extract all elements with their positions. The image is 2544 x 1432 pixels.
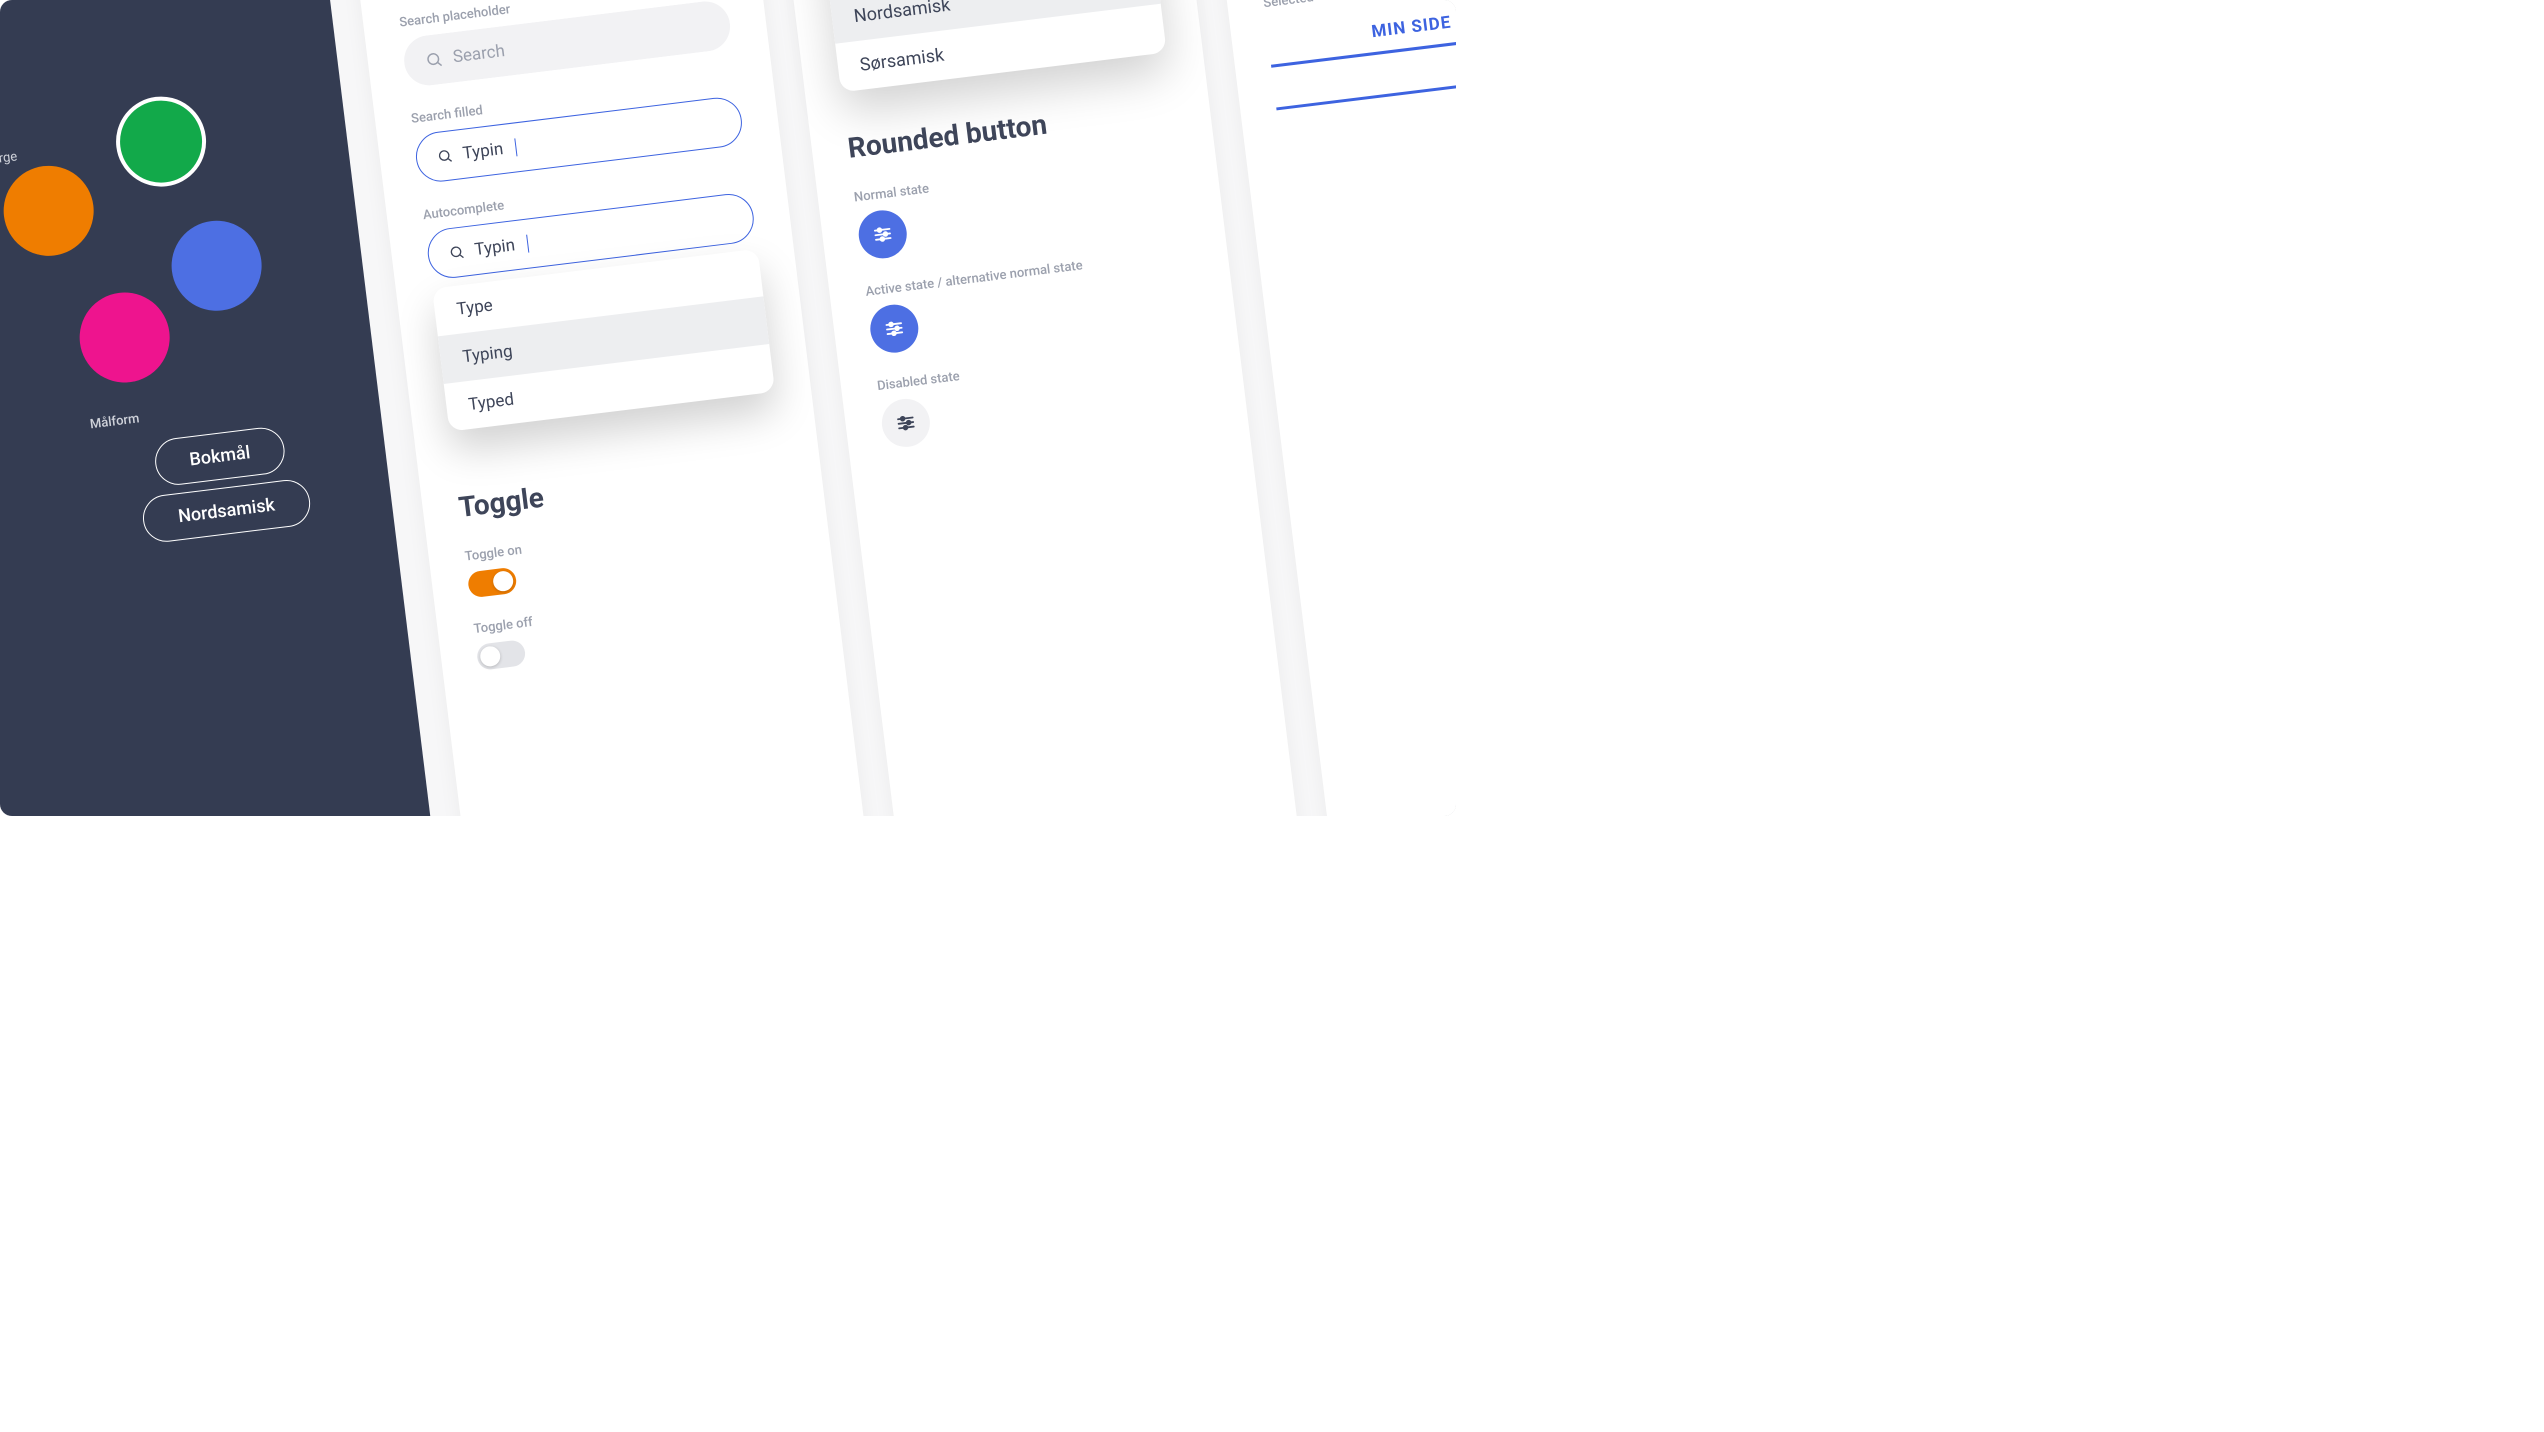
- tab-selected[interactable]: MIN SIDE: [1266, 0, 1456, 68]
- autocomplete-text: Typin: [473, 235, 516, 260]
- sliders-icon: [882, 316, 907, 341]
- toggle-off[interactable]: [476, 639, 527, 671]
- profile-color-label: Profilfarge: [0, 149, 18, 171]
- rounded-normal-label: Normal state: [853, 151, 1180, 206]
- rounded-button-heading: Rounded button: [846, 92, 1176, 165]
- rounded-active-label: Active state / alternative normal state: [865, 245, 1192, 300]
- rounded-button-normal[interactable]: [856, 208, 909, 261]
- toggle-on[interactable]: [467, 567, 518, 599]
- divider: [1276, 72, 1456, 110]
- rounded-button-disabled: [879, 396, 932, 449]
- toggle-off-label: Toggle off: [473, 582, 800, 637]
- malform-section: Målform Bokmål Nordsamisk: [0, 387, 354, 566]
- search-placeholder-text: Search: [452, 41, 506, 67]
- language-dropdown: Nynorsk English Lulesamisk Nordsamisk Sø…: [811, 0, 1166, 92]
- search-icon: [448, 243, 466, 261]
- swatch-blue[interactable]: [166, 216, 266, 316]
- search-filled-text: Typin: [462, 139, 505, 164]
- sliders-icon: [894, 411, 919, 436]
- rounded-button-active[interactable]: [868, 302, 921, 355]
- search-icon: [424, 50, 444, 70]
- rounded-disabled-label: Disabled state: [876, 339, 1203, 394]
- toggle-on-label: Toggle on: [464, 510, 791, 565]
- swatch-orange[interactable]: [0, 161, 99, 261]
- toggle-heading: Toggle: [457, 451, 787, 524]
- search-icon: [436, 147, 454, 165]
- swatch-pink[interactable]: [75, 287, 175, 387]
- caret-icon: [526, 235, 530, 253]
- color-swatches: Profilfarge: [0, 79, 336, 419]
- autocomplete-dropdown: Type Typing Typed: [432, 249, 775, 432]
- caret-icon: [514, 138, 518, 156]
- sliders-icon: [870, 222, 895, 247]
- malform-option-bokmal[interactable]: Bokmål: [152, 425, 288, 488]
- swatch-green[interactable]: [111, 91, 211, 191]
- malform-option-nordsamisk[interactable]: Nordsamisk: [141, 477, 313, 544]
